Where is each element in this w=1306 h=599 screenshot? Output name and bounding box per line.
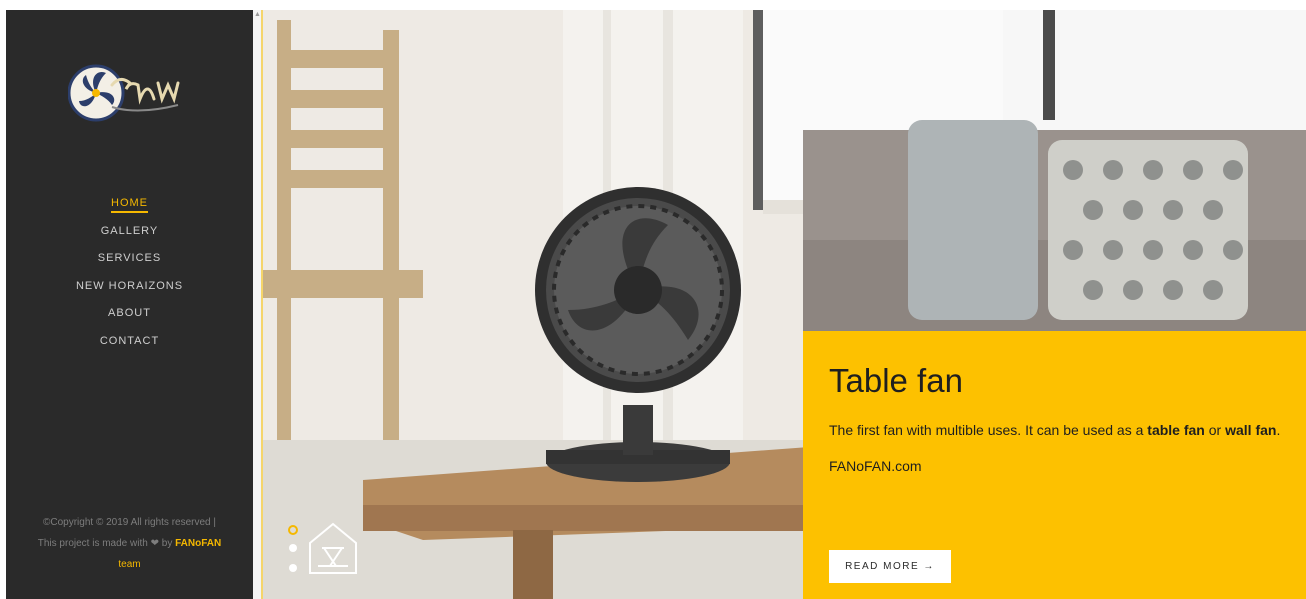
nav-gallery[interactable]: GALLERY bbox=[6, 218, 253, 246]
heart-icon: ❤ bbox=[150, 538, 159, 549]
desc-text-3: . bbox=[1276, 422, 1281, 438]
nav-services-label: SERVICES bbox=[97, 252, 162, 264]
nav-about[interactable]: ABOUT bbox=[6, 300, 253, 328]
sidebar: HOME GALLERY SERVICES NEW HORAIZONS ABOU… bbox=[6, 10, 253, 599]
made-with-line: This project is made with ❤ by FANoFAN bbox=[6, 533, 253, 554]
desc-text-2: or bbox=[1204, 422, 1226, 438]
nav-gallery-label: GALLERY bbox=[100, 224, 159, 237]
nav-services[interactable]: SERVICES bbox=[6, 245, 253, 273]
copyright: ©Copyright © 2019 All rights reserved | … bbox=[6, 512, 253, 575]
card-title: Table fan bbox=[829, 362, 963, 399]
nav-contact-label: CONTACT bbox=[99, 334, 160, 347]
card-site: FANoFAN.com bbox=[829, 458, 922, 474]
desc-text-1: The first fan with multible uses. It can… bbox=[829, 422, 1148, 438]
product-card: Table fan The first fan with multible us… bbox=[803, 331, 1306, 599]
main-nav: HOME GALLERY SERVICES NEW HORAIZONS ABOU… bbox=[6, 190, 253, 355]
house-icon[interactable] bbox=[288, 518, 368, 578]
fanofan-logo[interactable] bbox=[67, 55, 188, 135]
scrollbar[interactable]: ▲ bbox=[253, 10, 263, 599]
nav-about-label: ABOUT bbox=[108, 307, 151, 319]
made-with-text: This project is made with bbox=[37, 538, 148, 549]
read-more-button[interactable]: READ MORE → bbox=[829, 550, 951, 583]
nav-home[interactable]: HOME bbox=[6, 190, 253, 218]
scroll-up-icon[interactable]: ▲ bbox=[254, 11, 261, 18]
desc-bold-wall-fan: wall fan bbox=[1225, 422, 1277, 438]
nav-home-label: HOME bbox=[111, 197, 148, 213]
nav-new-horaizons-label: NEW HORAIZONS bbox=[75, 279, 184, 292]
page-frame: HOME GALLERY SERVICES NEW HORAIZONS ABOU… bbox=[6, 10, 1306, 599]
nav-contact[interactable]: CONTACT bbox=[6, 328, 253, 356]
card-description: The first fan with multible uses. It can… bbox=[829, 419, 1299, 442]
nav-new-horaizons[interactable]: NEW HORAIZONS bbox=[6, 273, 253, 301]
desc-bold-table-fan: table fan bbox=[1147, 422, 1205, 438]
by-text: by bbox=[161, 538, 173, 549]
brand-link[interactable]: FANoFAN bbox=[175, 538, 221, 549]
copyright-line: ©Copyright © 2019 All rights reserved | bbox=[43, 517, 216, 528]
team-text: team bbox=[118, 559, 141, 570]
